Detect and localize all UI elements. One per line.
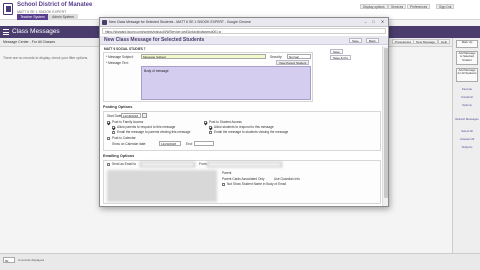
class-label: MATT 6 SOCIAL STUDIES 7 bbox=[104, 47, 146, 51]
message-text-area[interactable]: Body of message bbox=[141, 66, 311, 100]
post-calendar-checkbox[interactable] bbox=[107, 137, 110, 140]
scrollbar-thumb[interactable] bbox=[384, 48, 388, 198]
help-button[interactable]: Help bbox=[438, 39, 451, 44]
view-parent-student-button[interactable]: View Parent Student bbox=[276, 60, 310, 65]
side-panel: Mark Up Add Message to Selected Student … bbox=[452, 38, 480, 253]
allow-parents-checkbox[interactable] bbox=[112, 126, 115, 129]
page-title: Class Messages bbox=[12, 28, 60, 35]
options-link[interactable]: Options bbox=[455, 103, 479, 108]
new-message-popup: New Class Message for Selected Students … bbox=[99, 17, 389, 207]
subjects-link[interactable]: Subjects bbox=[455, 145, 479, 150]
records-count: 0 records displayed bbox=[18, 258, 45, 262]
email-option-parent-cards: Parent Cards Associated Only bbox=[222, 177, 265, 181]
unselect-all-link[interactable]: Unselect All bbox=[455, 137, 479, 142]
close-icon[interactable]: ✕ bbox=[379, 19, 386, 25]
post-family-access-checkbox[interactable] bbox=[107, 121, 110, 124]
app-icon bbox=[102, 20, 107, 25]
send-email-checkbox[interactable] bbox=[107, 163, 110, 166]
add-message-selected-button[interactable]: Add Message to Selected Student bbox=[456, 51, 478, 65]
subject-input[interactable]: Message Subject bbox=[141, 54, 266, 59]
post-student-access-label: Post to Student Access bbox=[209, 120, 242, 124]
save-button[interactable]: Save bbox=[349, 38, 362, 43]
hide-student-name-checkbox[interactable] bbox=[222, 183, 225, 186]
district-logo bbox=[3, 3, 13, 15]
end-date-label: End: bbox=[186, 142, 193, 146]
save-and-process-button[interactable]: Save & Pro bbox=[330, 55, 352, 60]
address-bar[interactable]: https://skyward.iscorp.com/scripts/wsisa… bbox=[102, 28, 386, 34]
maximize-icon[interactable]: □ bbox=[370, 19, 377, 25]
calendar-date-input[interactable]: 12/20/2018 bbox=[159, 141, 181, 146]
post-student-access-checkbox[interactable] bbox=[204, 121, 207, 124]
tab-teacher-system[interactable]: Teacher System bbox=[17, 14, 48, 20]
send-email-label: Send as Email to bbox=[112, 162, 137, 166]
side-save-button[interactable]: Save bbox=[330, 49, 343, 54]
minimize-icon[interactable]: – bbox=[362, 19, 369, 25]
allow-parents-label: Allow parents to respond to this message bbox=[117, 125, 176, 129]
popup-scrollbar[interactable] bbox=[382, 46, 388, 206]
email-students-label: Email the message to students viewing th… bbox=[214, 130, 289, 134]
email-option-parent: Parent bbox=[222, 171, 232, 175]
text-label: * Message Text: bbox=[106, 61, 129, 65]
email-to-input[interactable] bbox=[140, 162, 195, 167]
sign-out-link[interactable]: Sign Out bbox=[436, 4, 455, 9]
preselected-button[interactable]: Preselected bbox=[392, 39, 414, 44]
security-select[interactable]: Normal bbox=[287, 54, 311, 59]
preferences-link[interactable]: Preferences bbox=[407, 4, 431, 9]
popup-header: New Class Message for Selected Students … bbox=[100, 36, 388, 45]
post-calendar-label: Post to Calendar bbox=[112, 136, 136, 140]
add-message-all-button[interactable]: Add Message for All Students bbox=[456, 68, 478, 82]
popup-titlebar: New Class Message for Selected Students … bbox=[100, 18, 388, 27]
district-name: School District of Manatee bbox=[17, 2, 93, 8]
hide-student-name-label: Not Show Student Name in Body of Email bbox=[227, 182, 286, 186]
per-page-select[interactable]: 50 bbox=[3, 257, 15, 263]
start-date-label: Start Date: bbox=[107, 114, 123, 118]
favorite-link[interactable]: Favorite bbox=[455, 87, 479, 92]
email-option-guardian: Use Guardian Info bbox=[274, 177, 300, 181]
allow-students-label: Allow students to respond to this messag… bbox=[214, 125, 274, 129]
select-all-link[interactable]: Select All bbox=[455, 129, 479, 134]
posting-options-title: Posting Options bbox=[103, 105, 133, 109]
posting-options-fieldset: Start Date: 12/18/2018 Post to Family Ac… bbox=[103, 111, 381, 151]
emailing-options-title: Emailing Options bbox=[103, 154, 135, 158]
pagination-bar: 50 0 records displayed bbox=[0, 253, 480, 270]
calendar-icon[interactable] bbox=[142, 113, 147, 118]
new-message-button[interactable]: New Message bbox=[413, 39, 439, 44]
end-date-input[interactable] bbox=[194, 141, 214, 146]
breadcrumb[interactable]: Message Center - For All Classes bbox=[3, 40, 55, 44]
menu-icon[interactable] bbox=[3, 29, 9, 35]
calendar-date-label: Show on Calendar date: bbox=[112, 142, 147, 146]
message-fieldset: * Message Subject: Message Subject Secur… bbox=[103, 52, 313, 102]
back-button[interactable]: Back bbox=[366, 38, 379, 43]
post-family-access-label: Post to Family Access bbox=[112, 120, 144, 124]
email-students-checkbox[interactable] bbox=[209, 131, 212, 134]
empty-list-message: There are no records to display, check y… bbox=[3, 56, 89, 60]
email-recipients-list bbox=[107, 170, 217, 202]
popup-heading: New Class Message for Selected Students bbox=[104, 37, 205, 43]
popup-window-title: New Class Message for Selected Students … bbox=[109, 20, 251, 24]
start-date-input[interactable]: 12/18/2018 bbox=[121, 113, 141, 118]
email-from-input[interactable] bbox=[207, 162, 282, 167]
display-options-link[interactable]: Display options bbox=[360, 4, 388, 9]
unsubmit-link[interactable]: Unsubmit bbox=[455, 95, 479, 100]
email-parents-checkbox[interactable] bbox=[112, 131, 115, 134]
subject-label: * Message Subject: bbox=[106, 55, 134, 59]
emailing-options-fieldset: Send as Email to From: Parent Parent Car… bbox=[103, 160, 381, 204]
security-label: Security: bbox=[270, 55, 283, 59]
refresh-messages-link[interactable]: Refresh Messages bbox=[455, 117, 479, 122]
allow-students-checkbox[interactable] bbox=[209, 126, 212, 129]
mark-up-button[interactable]: Mark Up bbox=[456, 40, 478, 48]
services-link[interactable]: Services bbox=[388, 4, 407, 9]
email-parents-label: Email the message to parents viewing thi… bbox=[117, 130, 191, 134]
tab-admin-system[interactable]: Admin System bbox=[48, 14, 78, 20]
